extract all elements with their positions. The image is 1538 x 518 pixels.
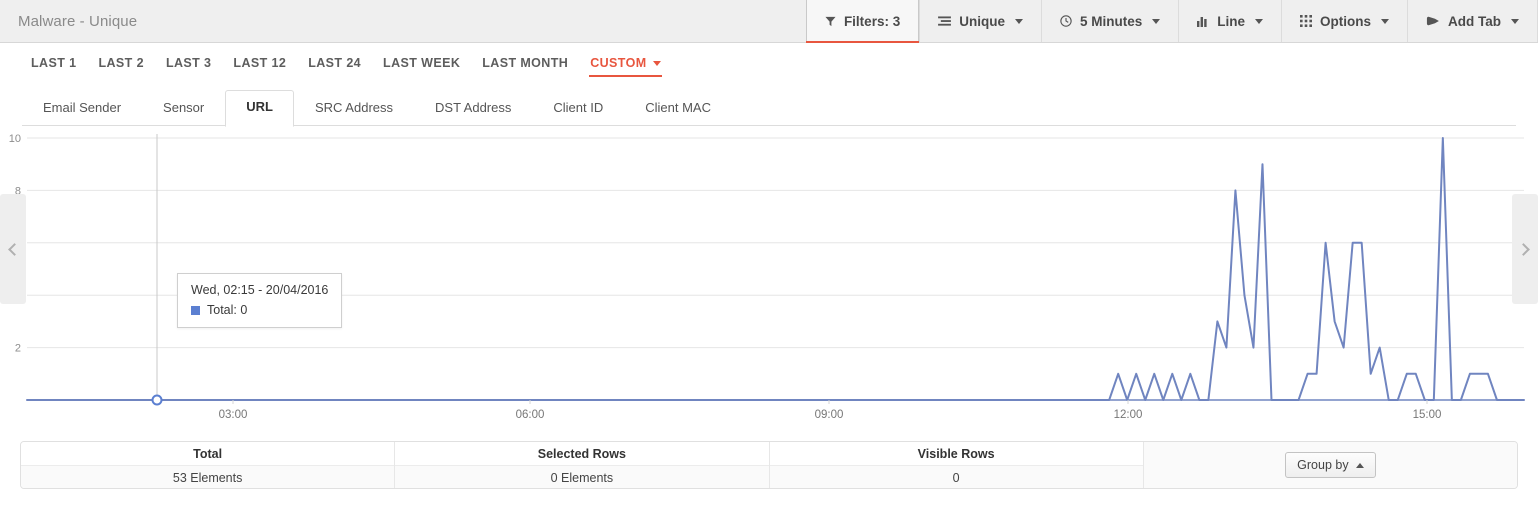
add-tab-button[interactable]: Add Tab [1407, 0, 1538, 42]
options-button-label: Options [1320, 13, 1371, 29]
list-icon [938, 15, 952, 27]
chevron-down-icon [1381, 18, 1389, 24]
chevron-down-icon [1511, 18, 1519, 24]
range-label: LAST 12 [233, 56, 287, 70]
summary-value-total: 53 Elements [21, 465, 395, 488]
filters-button[interactable]: Filters: 3 [805, 0, 920, 43]
summary-cell-visible-rows: Visible Rows 0 [769, 442, 1144, 488]
tab-label: Client ID [553, 100, 604, 115]
range-last-3[interactable]: LAST 3 [155, 50, 222, 79]
range-label: LAST 1 [31, 56, 77, 70]
summary-header-total: Total [21, 442, 395, 465]
range-last-12[interactable]: LAST 12 [222, 50, 297, 79]
interval-button-label: 5 Minutes [1079, 13, 1143, 29]
range-label: CUSTOM [590, 56, 647, 70]
timeseries-chart[interactable]: 24681003:0006:0009:0012:0015:00 Wed, 02:… [0, 126, 1538, 431]
chart-prev-button[interactable] [0, 194, 26, 304]
group-by-label: Group by [1297, 458, 1349, 472]
grid-icon [1300, 15, 1312, 27]
caret-up-icon [1355, 462, 1364, 468]
chart-icon [1197, 15, 1209, 27]
range-last-1[interactable]: LAST 1 [20, 50, 87, 79]
range-last-week[interactable]: LAST WEEK [372, 50, 471, 79]
options-button[interactable]: Options [1281, 0, 1407, 42]
chevron-left-icon [8, 242, 21, 256]
chevron-down-icon [652, 60, 661, 66]
tooltip-series-label: Total: 0 [207, 303, 248, 317]
chart-tooltip: Wed, 02:15 - 20/04/2016 Total: 0 [177, 273, 343, 328]
tab-client-id[interactable]: Client ID [532, 91, 624, 126]
summary-header-selected-rows: Selected Rows [395, 442, 769, 465]
range-last-2[interactable]: LAST 2 [87, 50, 154, 79]
range-label: LAST MONTH [482, 56, 569, 70]
tab-label: URL [246, 99, 273, 114]
svg-text:12:00: 12:00 [1114, 409, 1143, 421]
app-title: Malware - Unique [18, 12, 138, 30]
tab-label: SRC Address [314, 100, 394, 115]
svg-text:10: 10 [9, 133, 21, 145]
funnel-icon [825, 16, 836, 27]
svg-text:03:00: 03:00 [219, 409, 248, 421]
charttype-button-label: Line [1217, 13, 1245, 29]
summary-table: Total 53 Elements Selected Rows 0 Elemen… [20, 441, 1518, 489]
add-tab-button-label: Add Tab [1448, 13, 1501, 29]
svg-text:09:00: 09:00 [815, 409, 844, 421]
chart-next-button[interactable] [1512, 194, 1538, 304]
range-custom[interactable]: CUSTOM [579, 50, 671, 79]
chevron-down-icon [1014, 18, 1023, 24]
svg-text:06:00: 06:00 [516, 409, 545, 421]
range-last-month[interactable]: LAST MONTH [471, 50, 579, 79]
unique-button[interactable]: Unique [919, 0, 1041, 42]
charttype-button[interactable]: Line [1178, 0, 1281, 42]
tab-sensor[interactable]: Sensor [142, 91, 225, 126]
chevron-down-icon [1255, 18, 1263, 24]
top-toolbar: Malware - Unique Filters: 3 Unique 5 Min… [0, 0, 1538, 43]
tab-label: DST Address [435, 100, 512, 115]
summary-cell-actions: Group by [1143, 442, 1517, 488]
tag-icon [1426, 15, 1440, 27]
entity-tabs: Email Sender Sensor URL SRC Address DST … [0, 86, 1538, 127]
range-label: LAST WEEK [383, 56, 461, 70]
tooltip-series-row: Total: 0 [191, 303, 328, 317]
tab-label: Email Sender [43, 100, 122, 115]
tab-dst-address[interactable]: DST Address [414, 91, 532, 126]
svg-text:15:00: 15:00 [1413, 409, 1442, 421]
clock-icon [1060, 15, 1072, 27]
tab-url[interactable]: URL [225, 90, 294, 127]
unique-button-label: Unique [959, 13, 1005, 29]
interval-button[interactable]: 5 Minutes [1040, 0, 1179, 42]
tab-src-address[interactable]: SRC Address [294, 91, 414, 126]
toolbar-buttons: Filters: 3 Unique 5 Minutes Line Options… [805, 0, 1538, 43]
range-last-24[interactable]: LAST 24 [297, 50, 372, 79]
summary-header-visible-rows: Visible Rows [769, 442, 1143, 465]
group-by-button[interactable]: Group by [1285, 452, 1376, 478]
tooltip-title: Wed, 02:15 - 20/04/2016 [191, 283, 329, 297]
svg-text:2: 2 [15, 343, 21, 355]
filters-button-label: Filters: 3 [843, 13, 901, 29]
chevron-down-icon [1152, 18, 1161, 24]
range-label: LAST 24 [308, 56, 362, 70]
summary-value-selected-rows: 0 Elements [395, 465, 769, 488]
tab-client-mac[interactable]: Client MAC [624, 91, 732, 126]
summary-value-visible-rows: 0 [769, 465, 1143, 488]
summary-cell-total: Total 53 Elements [21, 442, 396, 488]
chevron-right-icon [1517, 242, 1530, 256]
range-label: LAST 2 [98, 56, 144, 70]
range-label: LAST 3 [165, 56, 212, 70]
time-range-bar: LAST 1 LAST 2 LAST 3 LAST 12 LAST 24 LAS… [0, 43, 1538, 86]
tab-label: Client MAC [645, 100, 711, 115]
series-color-swatch [191, 305, 200, 315]
summary-cell-selected-rows: Selected Rows 0 Elements [395, 442, 770, 488]
tab-label: Sensor [163, 100, 205, 115]
tab-email-sender[interactable]: Email Sender [22, 91, 142, 126]
